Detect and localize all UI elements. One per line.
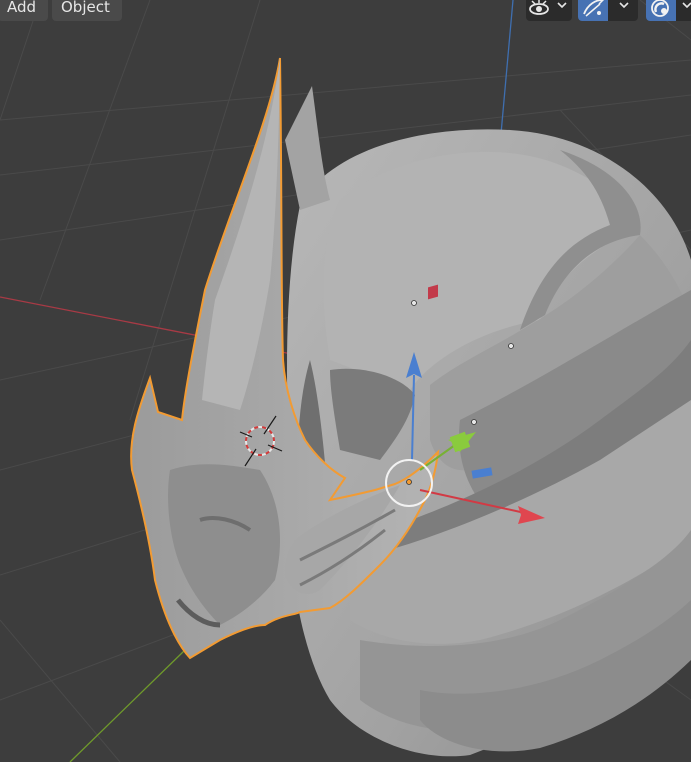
chevron-down-icon xyxy=(682,2,691,9)
viewport-scene[interactable] xyxy=(0,0,691,762)
chevron-down-icon xyxy=(557,2,567,9)
overlay-toggle[interactable] xyxy=(646,0,691,21)
object-menu-button[interactable]: Object xyxy=(52,0,122,21)
helmet-mesh[interactable] xyxy=(287,129,691,757)
back-horn-mesh[interactable] xyxy=(285,86,330,210)
chevron-down-icon xyxy=(619,2,629,9)
add-menu-button[interactable]: Add xyxy=(0,0,48,21)
3d-viewport[interactable]: Add Object xyxy=(0,0,691,762)
selected-origin-dot xyxy=(406,479,412,485)
z-axis-line xyxy=(499,0,514,146)
gizmo-icon xyxy=(583,0,605,17)
gizmo-toggle[interactable] xyxy=(578,0,638,21)
overlay-icon xyxy=(651,0,669,17)
visibility-toggle[interactable] xyxy=(526,0,572,21)
